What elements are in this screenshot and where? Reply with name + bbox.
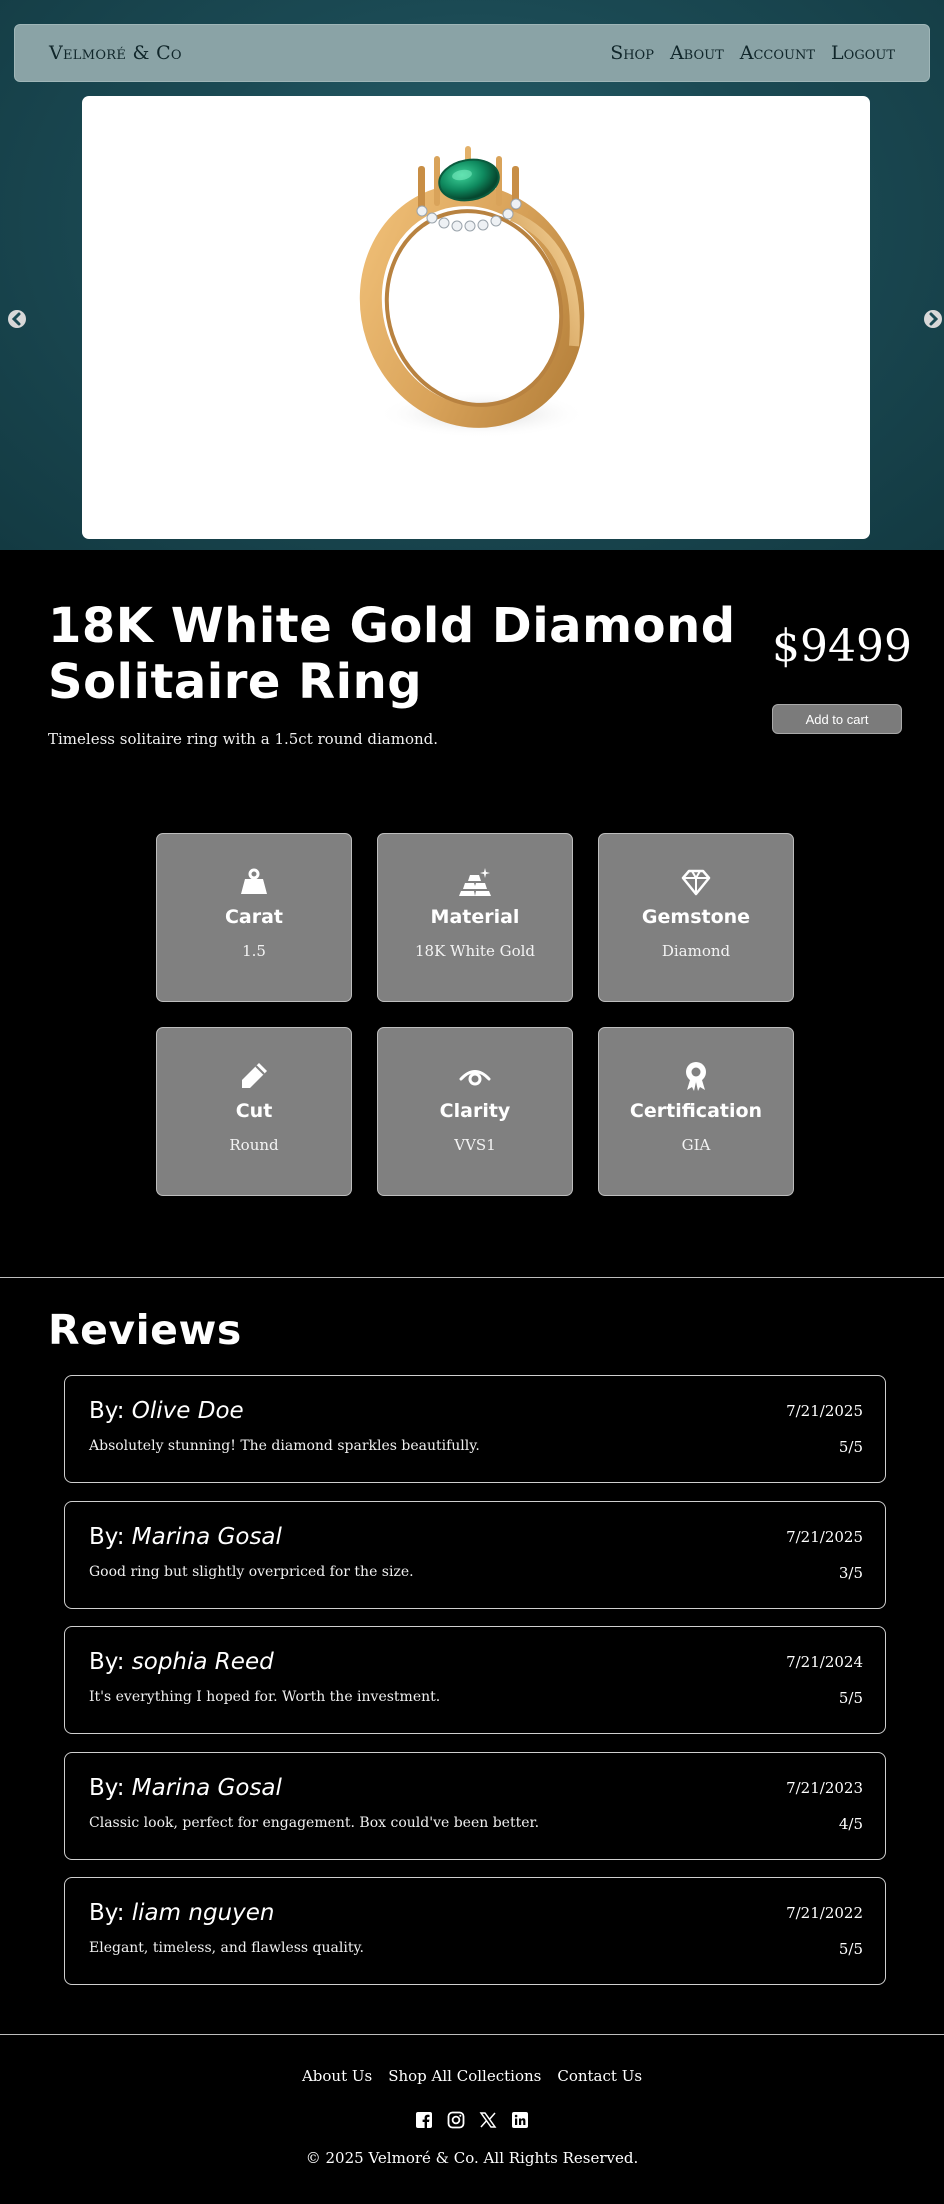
spec-card-clarity: Clarity VVS1 [377, 1027, 573, 1196]
spec-card-carat: Carat 1.5 [156, 833, 352, 1002]
review-card: By: Marina Gosal 7/21/2023 Classic look,… [64, 1752, 886, 1860]
nav-logout[interactable]: Logout [831, 42, 895, 64]
spec-label: Carat [224, 906, 284, 928]
facebook-icon[interactable] [415, 2111, 433, 2129]
navbar: Velmoré & Co Shop About Account Logout [14, 24, 930, 82]
review-date: 7/21/2023 [786, 1779, 863, 1797]
review-author-name: Olive Doe [131, 1398, 244, 1424]
nav-shop[interactable]: Shop [610, 42, 654, 64]
review-by-prefix: By: [89, 1524, 132, 1550]
review-author-name: sophia Reed [131, 1649, 274, 1675]
review-date: 7/21/2024 [786, 1653, 863, 1671]
review-rating: 4/5 [838, 1815, 863, 1833]
section-divider [0, 1277, 944, 1278]
hero-section: Velmoré & Co Shop About Account Logout [0, 0, 944, 550]
spec-value: 18K White Gold [414, 942, 536, 960]
review-by-prefix: By: [89, 1900, 132, 1926]
gem-icon [681, 869, 711, 896]
pen-icon [242, 1063, 267, 1088]
reviews-heading: Reviews [48, 1306, 242, 1354]
review-date: 7/21/2025 [786, 1402, 863, 1420]
spec-value: Diamond [661, 942, 731, 960]
review-rating: 5/5 [838, 1438, 863, 1456]
review-text: Elegant, timeless, and flawless quality. [89, 1940, 364, 1956]
review-card: By: Marina Gosal 7/21/2025 Good ring but… [64, 1501, 886, 1609]
review-by-prefix: By: [89, 1649, 132, 1675]
review-author: By: Olive Doe [89, 1398, 244, 1424]
product-description: Timeless solitaire ring with a 1.5ct rou… [48, 730, 439, 748]
spec-label: Clarity [439, 1100, 511, 1122]
chevron-right-icon [929, 312, 939, 326]
footer-link-contact[interactable]: Contact Us [557, 2067, 642, 2085]
spec-card-gemstone: Gemstone Diamond [598, 833, 794, 1002]
review-card: By: liam nguyen 7/21/2022 Elegant, timel… [64, 1877, 886, 1985]
eye-icon [459, 1070, 491, 1086]
spec-label: Material [430, 906, 520, 928]
spec-card-material: Material 18K White Gold [377, 833, 573, 1002]
review-author-name: Marina Gosal [131, 1524, 282, 1550]
carousel-prev-button[interactable] [8, 310, 26, 328]
footer-link-about[interactable]: About Us [302, 2067, 372, 2085]
review-author: By: Marina Gosal [89, 1524, 282, 1550]
copyright: © 2025 Velmoré & Co. All Rights Reserved… [305, 2149, 639, 2167]
spec-value: GIA [681, 1136, 711, 1154]
review-date: 7/21/2022 [786, 1904, 863, 1922]
review-author: By: sophia Reed [89, 1649, 274, 1675]
carousel-next-button[interactable] [924, 310, 942, 328]
product-section: 18K White Gold Diamond Solitaire Ring $9… [0, 550, 944, 1278]
review-text: Good ring but slightly overpriced for th… [89, 1564, 414, 1580]
spec-card-certification: Certification GIA [598, 1027, 794, 1196]
social-links [0, 2111, 944, 2129]
review-author: By: Marina Gosal [89, 1775, 282, 1801]
review-author-name: Marina Gosal [131, 1775, 282, 1801]
review-author: By: liam nguyen [89, 1900, 274, 1926]
footer: About Us Shop All Collections Contact Us… [0, 2035, 944, 2204]
spec-grid: Carat 1.5 Material 18K White Gold Gemsto… [156, 833, 794, 1196]
review-author-name: liam nguyen [131, 1900, 275, 1926]
spec-value: 1.5 [242, 942, 266, 960]
spec-label: Gemstone [641, 906, 751, 928]
award-icon [686, 1062, 706, 1091]
product-title: 18K White Gold Diamond Solitaire Ring [48, 598, 736, 710]
review-card: By: Olive Doe 7/21/2025 Absolutely stunn… [64, 1375, 886, 1483]
instagram-icon[interactable] [447, 2111, 465, 2129]
spec-value: VVS1 [454, 1136, 496, 1154]
chevron-left-icon [11, 312, 21, 326]
spec-label: Cut [235, 1100, 273, 1122]
footer-link-shop-all[interactable]: Shop All Collections [388, 2067, 541, 2085]
product-image-carousel [82, 96, 870, 539]
review-by-prefix: By: [89, 1775, 132, 1801]
x-icon[interactable] [479, 2111, 497, 2129]
review-text: Classic look, perfect for engagement. Bo… [89, 1815, 540, 1831]
spec-label: Certification [629, 1100, 763, 1122]
review-rating: 5/5 [838, 1689, 863, 1707]
footer-links: About Us Shop All Collections Contact Us [0, 2067, 944, 2085]
spec-card-cut: Cut Round [156, 1027, 352, 1196]
linkedin-icon[interactable] [511, 2111, 529, 2129]
brand-logo[interactable]: Velmoré & Co [49, 42, 182, 64]
review-text: It's everything I hoped for. Worth the i… [89, 1689, 441, 1705]
review-card: By: sophia Reed 7/21/2024 It's everythin… [64, 1626, 886, 1734]
gold-ring-emerald-image [359, 146, 587, 438]
add-to-cart-button[interactable]: Add to cart [772, 704, 902, 734]
nav-account[interactable]: Account [740, 42, 815, 64]
review-text: Absolutely stunning! The diamond sparkle… [89, 1438, 480, 1454]
product-price: $9499 [772, 621, 912, 672]
spec-value: Round [229, 1136, 279, 1154]
review-by-prefix: By: [89, 1398, 132, 1424]
review-date: 7/21/2025 [786, 1528, 863, 1546]
weight-icon [241, 868, 267, 894]
nav-links: Shop About Account Logout [610, 42, 895, 64]
review-rating: 3/5 [838, 1564, 863, 1582]
gold-bars-icon [459, 868, 491, 896]
review-rating: 5/5 [838, 1940, 863, 1958]
nav-about[interactable]: About [670, 42, 724, 64]
